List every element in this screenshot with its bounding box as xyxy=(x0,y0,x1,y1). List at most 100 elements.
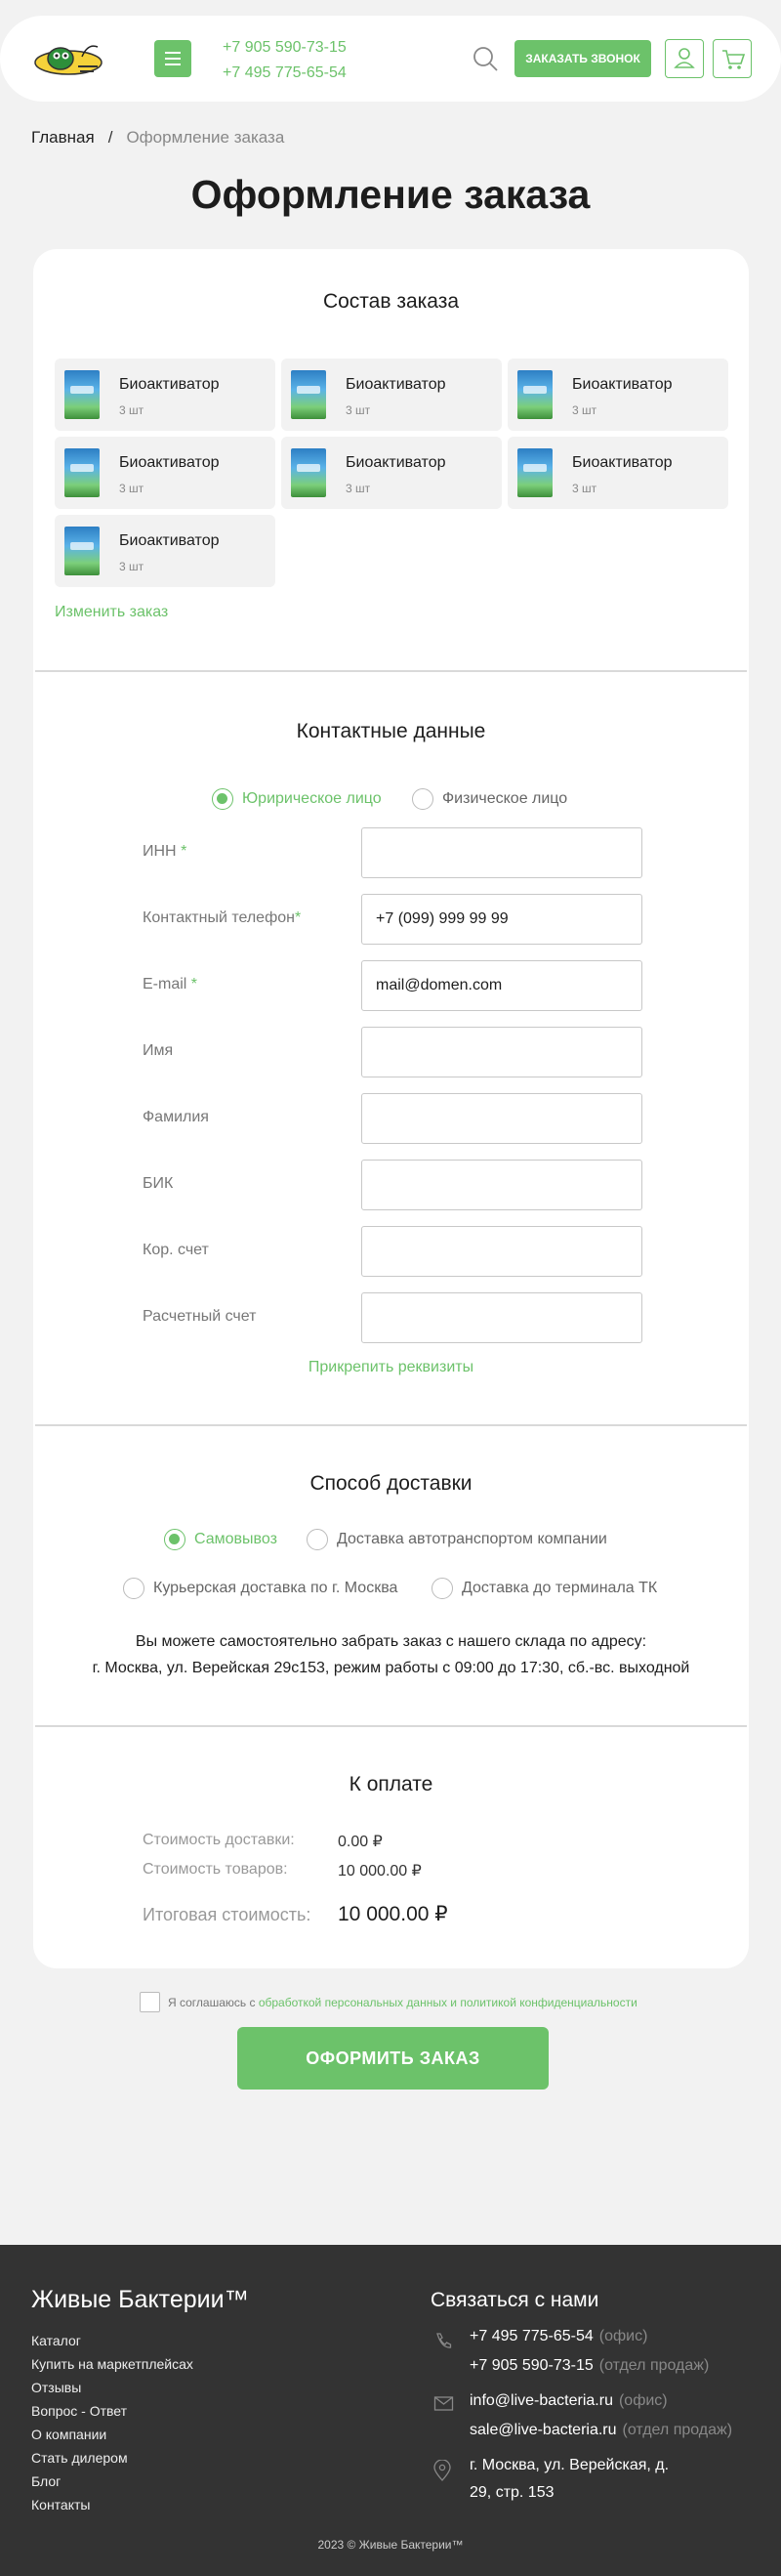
order-item-name: Биоактиватор xyxy=(346,454,446,471)
breadcrumb: Главная / Оформление заказа xyxy=(31,128,284,148)
agreement-text: Я соглашаюсь с xyxy=(168,1995,256,2009)
section-divider xyxy=(35,1725,747,1727)
radio-dot xyxy=(412,788,433,810)
order-item-qty: 3 шт xyxy=(572,403,597,417)
bik-label: БИК xyxy=(143,1175,174,1192)
phone-input[interactable] xyxy=(361,894,642,945)
product-thumbnail xyxy=(291,370,326,419)
order-item-name: Биоактиватор xyxy=(119,454,220,471)
settlement-account-input[interactable] xyxy=(361,1292,642,1343)
account-button[interactable] xyxy=(665,39,704,78)
first-name-label: Имя xyxy=(143,1042,174,1059)
footer-contacts-title: Связаться с нами xyxy=(431,2289,599,2311)
field-label-text: ИНН xyxy=(143,843,177,860)
delivery-section-title: Способ доставки xyxy=(309,1472,473,1495)
footer-email-note: (офис) xyxy=(618,2392,668,2409)
product-thumbnail xyxy=(291,448,326,497)
email-input[interactable] xyxy=(361,960,642,1011)
required-mark: * xyxy=(181,843,187,860)
product-thumbnail xyxy=(64,448,100,497)
order-item: Биоактиватор 3 шт xyxy=(55,515,275,587)
inn-input[interactable] xyxy=(361,827,642,878)
radio-company-transport[interactable]: Доставка автотранспортом компании xyxy=(307,1529,607,1550)
footer-email-link[interactable]: sale@live-bacteria.ru xyxy=(470,2422,617,2438)
footer-menu-item[interactable]: Вопрос - Ответ xyxy=(31,2399,193,2423)
header-phone-link[interactable]: +7 495 775-65-54 xyxy=(223,61,347,86)
footer-menu-item[interactable]: Каталог xyxy=(31,2329,193,2352)
footer-menu-item[interactable]: Отзывы xyxy=(31,2376,193,2399)
header-phone-link[interactable]: +7 905 590-73-15 xyxy=(223,35,347,61)
page-title: Оформление заказа xyxy=(190,172,591,217)
footer-email-note: (отдел продаж) xyxy=(622,2422,733,2438)
burger-line xyxy=(165,63,181,65)
section-divider xyxy=(35,1424,747,1426)
contacts-section-title: Контактные данные xyxy=(296,720,486,742)
agreement-checkbox[interactable] xyxy=(140,1992,160,2012)
breadcrumb-home-link[interactable]: Главная xyxy=(31,128,95,147)
inn-label: ИНН * xyxy=(143,843,186,861)
radio-label: Доставка до терминала ТК xyxy=(462,1580,658,1596)
radio-pickup[interactable]: Самовывоз xyxy=(164,1529,277,1550)
radio-legal-entity[interactable]: Юририческое лицо xyxy=(212,788,382,810)
footer-menu-item[interactable]: Стать дилером xyxy=(31,2446,193,2470)
pickup-address-text: Вы можете самостоятельно забрать заказ с… xyxy=(33,1628,749,1681)
location-pin-icon xyxy=(433,2460,451,2481)
burger-line xyxy=(165,58,181,60)
footer-phone-link[interactable]: +7 495 775-65-54 xyxy=(470,2328,594,2344)
change-order-link[interactable]: Изменить заказ xyxy=(55,604,168,621)
privacy-policy-link[interactable]: обработкой персональных данных и политик… xyxy=(259,1996,637,2009)
footer-menu-item[interactable]: Блог xyxy=(31,2470,193,2493)
field-label-text: E-mail xyxy=(143,976,187,992)
footer-email-link[interactable]: info@live-bacteria.ru xyxy=(470,2392,613,2409)
footer-address-line: 29, стр. 153 xyxy=(470,2484,555,2501)
footer-address: г. Москва, ул. Верейская, д. 29, стр. 15… xyxy=(470,2452,669,2507)
field-label-text: Контактный телефон xyxy=(143,909,295,926)
order-item-qty: 3 шт xyxy=(346,482,371,495)
pickup-text-line: г. Москва, ул. Верейская 29с153, режим р… xyxy=(92,1660,690,1676)
search-icon[interactable] xyxy=(472,45,499,72)
last-name-input[interactable] xyxy=(361,1093,642,1144)
required-mark: * xyxy=(294,909,302,926)
footer-address-line: г. Москва, ул. Верейская, д. xyxy=(470,2457,670,2473)
footer-email-row: sale@live-bacteria.ru (отдел продаж) xyxy=(470,2417,732,2444)
order-item-qty: 3 шт xyxy=(346,403,371,417)
order-item-qty: 3 шт xyxy=(119,482,144,495)
delivery-cost-value: 0.00 ₽ xyxy=(338,1834,383,1850)
order-item-name: Биоактиватор xyxy=(119,532,220,549)
footer-menu-item[interactable]: Купить на маркетплейсах xyxy=(31,2352,193,2376)
product-thumbnail xyxy=(64,527,100,575)
radio-dot xyxy=(307,1529,328,1550)
radio-terminal-delivery[interactable]: Доставка до терминала ТК xyxy=(432,1578,657,1599)
email-label: E-mail * xyxy=(143,976,197,993)
order-item: Биоактиватор 3 шт xyxy=(281,437,502,509)
product-thumbnail xyxy=(64,370,100,419)
corr-account-input[interactable] xyxy=(361,1226,642,1277)
radio-individual[interactable]: Физическое лицо xyxy=(412,788,567,810)
first-name-input[interactable] xyxy=(361,1027,642,1077)
bee-logo-icon[interactable] xyxy=(31,37,105,80)
place-order-button[interactable]: ОФОРМИТЬ ЗАКАЗ xyxy=(237,2027,549,2090)
radio-courier-moscow[interactable]: Курьерская доставка по г. Москва xyxy=(123,1578,397,1599)
order-item: Биоактиватор 3 шт xyxy=(281,359,502,431)
user-icon xyxy=(674,48,695,68)
menu-burger-button[interactable] xyxy=(154,40,191,77)
footer-email-row: info@live-bacteria.ru (офис) xyxy=(470,2387,668,2415)
radio-label: Курьерская доставка по г. Москва xyxy=(153,1580,398,1596)
last-name-label: Фамилия xyxy=(143,1109,209,1125)
phone-icon xyxy=(436,2333,452,2348)
cart-button[interactable] xyxy=(713,39,752,78)
order-call-button[interactable]: ЗАКАЗАТЬ ЗВОНОК xyxy=(514,40,651,77)
goods-cost-value: 10 000.00 ₽ xyxy=(338,1863,422,1879)
product-thumbnail xyxy=(517,370,553,419)
attach-requisites-link[interactable]: Прикрепить реквизиты xyxy=(33,1359,749,1376)
footer-menu-item[interactable]: Контакты xyxy=(31,2493,193,2516)
breadcrumb-current: Оформление заказа xyxy=(126,128,285,147)
radio-label: Юририческое лицо xyxy=(242,790,382,807)
required-mark: * xyxy=(190,976,198,992)
footer-menu-item[interactable]: О компании xyxy=(31,2423,193,2446)
footer-copyright: 2023 © Живые Бактерии™ xyxy=(317,2538,464,2552)
settlement-account-label: Расчетный счет xyxy=(143,1308,257,1325)
footer-phone-link[interactable]: +7 905 590-73-15 xyxy=(470,2357,594,2374)
bik-input[interactable] xyxy=(361,1160,642,1210)
radio-dot xyxy=(212,788,233,810)
